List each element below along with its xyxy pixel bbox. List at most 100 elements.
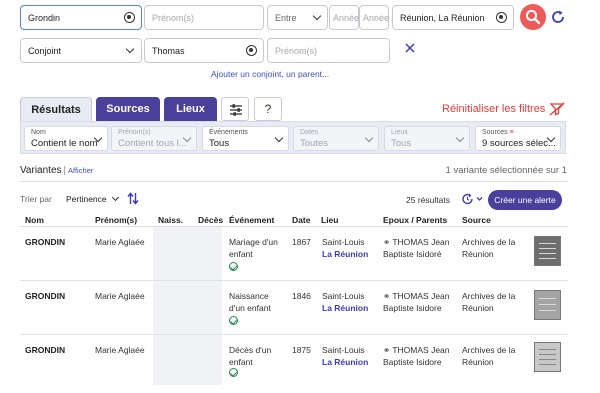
create-alert-button[interactable]: Créer une alerte <box>488 190 562 210</box>
row-date: 1875 <box>292 345 311 355</box>
search-icon <box>525 9 541 25</box>
annee-debut-input[interactable]: Année <box>329 5 359 30</box>
row-prenom: Marie Aglaée <box>95 345 145 355</box>
chevron-down-icon <box>111 193 120 202</box>
row-lieu: Saint-Louis La Réunion <box>322 345 369 367</box>
tab-lieux[interactable]: Lieux <box>164 97 217 121</box>
conjoint-prenom-input[interactable]: Prénom(s) <box>267 38 390 63</box>
filter-label: Prénom(s) <box>118 129 151 136</box>
nom-value: Grondin <box>28 12 61 23</box>
sort-select[interactable]: Pertinence <box>66 193 120 204</box>
filter-dates[interactable]: Dates Toutes <box>293 126 379 151</box>
variantes-show-link[interactable]: Afficher <box>68 166 93 175</box>
results-count: 25 résultats <box>406 195 450 205</box>
verified-icon <box>229 368 238 377</box>
annee-fin-input[interactable]: Année <box>359 5 389 30</box>
divider <box>20 181 568 182</box>
lieu-input[interactable]: Réunion, La Réunion <box>392 5 514 30</box>
filter-lieux[interactable]: Lieux Tous <box>384 126 470 151</box>
clear-lieu-icon[interactable] <box>496 12 507 23</box>
filter-sources[interactable]: Sources ≡ 9 sources sélec... <box>475 126 561 151</box>
history-button[interactable] <box>461 192 485 206</box>
verified-icon <box>229 316 238 325</box>
sort-arrows-icon <box>127 192 139 205</box>
annee-fin-placeholder: Année <box>363 12 390 23</box>
filters-bar: Nom Contient le nom Prénom(s) Contient t… <box>20 121 566 154</box>
entre-select[interactable]: Entre <box>267 5 328 30</box>
chevron-down-icon <box>312 11 322 21</box>
col-date: Date <box>292 215 311 225</box>
variantes-label: Variantes <box>20 165 62 176</box>
search-button[interactable] <box>520 4 546 30</box>
nom-input[interactable]: Grondin <box>20 5 142 30</box>
row-evenement: Mariage d'un enfant <box>229 237 278 259</box>
filter-nom[interactable]: Nom Contient le nom <box>24 126 108 151</box>
col-prenom: Prénom(s) <box>95 215 138 225</box>
conjoint-nom-value: Thomas <box>152 45 185 56</box>
row-epoux: ⚭ THOMAS Jean Baptiste Isidore <box>383 291 450 313</box>
col-evenement: Événement <box>229 215 275 225</box>
clear-conjoint-icon[interactable] <box>246 45 257 56</box>
row-source: Archives de la Réunion <box>462 237 516 259</box>
col-epoux-parents: Epoux / Parents <box>383 215 448 225</box>
clear-filter-icon[interactable] <box>549 102 565 116</box>
col-naissance: Naiss. <box>158 215 184 225</box>
filter-value: Tous <box>209 138 230 149</box>
refresh-button[interactable] <box>550 9 566 25</box>
table-row[interactable]: GRONDIN Marie Aglaée Naissance d'un enfan… <box>20 281 568 336</box>
tab-resultats[interactable]: Résultats <box>20 97 92 121</box>
filter-value: Tous <box>391 138 412 149</box>
variantes-summary: 1 variante sélectionnée sur 1 <box>445 165 567 176</box>
filter-label: Sources ≡ <box>482 129 514 136</box>
clear-nom-icon[interactable] <box>124 12 135 23</box>
document-thumbnail[interactable] <box>534 290 561 320</box>
prenom-input[interactable]: Prénom(s) <box>144 5 264 30</box>
settings-button[interactable] <box>221 97 249 121</box>
col-source: Source <box>462 215 491 225</box>
row-epoux: ⚭ THOMAS Jean Baptiste Isidoré <box>383 237 450 259</box>
row-source: Archives de la Réunion <box>462 345 516 367</box>
entre-label: Entre <box>275 12 297 23</box>
row-date: 1846 <box>292 291 311 301</box>
sliders-icon <box>230 104 242 116</box>
row-prenom: Marie Aglaée <box>95 291 145 301</box>
conjoint-nom-input[interactable]: Thomas <box>144 38 264 63</box>
row-prenom: Marie Aglaée <box>95 237 145 247</box>
filter-label: Événements <box>209 129 248 136</box>
couple-icon: ⚭ <box>383 345 391 355</box>
variantes-separator <box>64 166 65 175</box>
table-row[interactable]: GRONDIN Marie Aglaée Décès d'un enfant 18… <box>20 335 568 390</box>
filter-prenom[interactable]: Prénom(s) Contient tous l... <box>111 126 197 151</box>
filter-value: Toutes <box>300 138 328 149</box>
annee-debut-placeholder: Année <box>333 12 360 23</box>
reset-filters-link[interactable]: Réinitialiser les filtres <box>442 103 545 115</box>
tab-sources[interactable]: Sources <box>96 97 160 121</box>
add-relation-link[interactable]: Ajouter un conjoint, un parent... <box>211 69 329 79</box>
conjoint-prenom-placeholder: Prénom(s) <box>275 45 318 56</box>
col-lieu: Lieu <box>321 215 339 225</box>
couple-icon: ⚭ <box>383 291 391 301</box>
table-row[interactable]: GRONDIN Marie Aglaée Mariage d'un enfant … <box>20 227 568 282</box>
filter-value: Contient tous l... <box>118 138 187 149</box>
sort-direction-button[interactable] <box>127 192 139 205</box>
relation-select[interactable]: Conjoint <box>20 38 142 63</box>
filter-value: 9 sources sélec... <box>482 138 556 149</box>
sort-label: Trier par <box>20 194 52 204</box>
close-icon <box>405 43 415 53</box>
document-thumbnail[interactable] <box>534 342 561 372</box>
document-thumbnail[interactable] <box>534 236 561 266</box>
chevron-down-icon <box>125 44 135 54</box>
row-lieu: Saint-Louis La Réunion <box>322 237 369 259</box>
row-nom: GRONDIN <box>25 291 66 301</box>
help-button[interactable]: ? <box>254 97 282 121</box>
row-epoux: ⚭ THOMAS Jean Baptiste Isidore <box>383 345 450 367</box>
couple-icon: ⚭ <box>383 237 391 247</box>
row-evenement: Décès d'un enfant <box>229 345 272 367</box>
row-lieu: Saint-Louis La Réunion <box>322 291 369 313</box>
refresh-icon <box>552 10 564 23</box>
filter-active-icon: ≡ <box>509 129 514 136</box>
remove-relation-button[interactable] <box>404 42 416 54</box>
col-nom: Nom <box>25 215 44 225</box>
row-source: Archives de la Réunion <box>462 291 516 313</box>
filter-evenements[interactable]: Événements Tous <box>202 126 289 151</box>
